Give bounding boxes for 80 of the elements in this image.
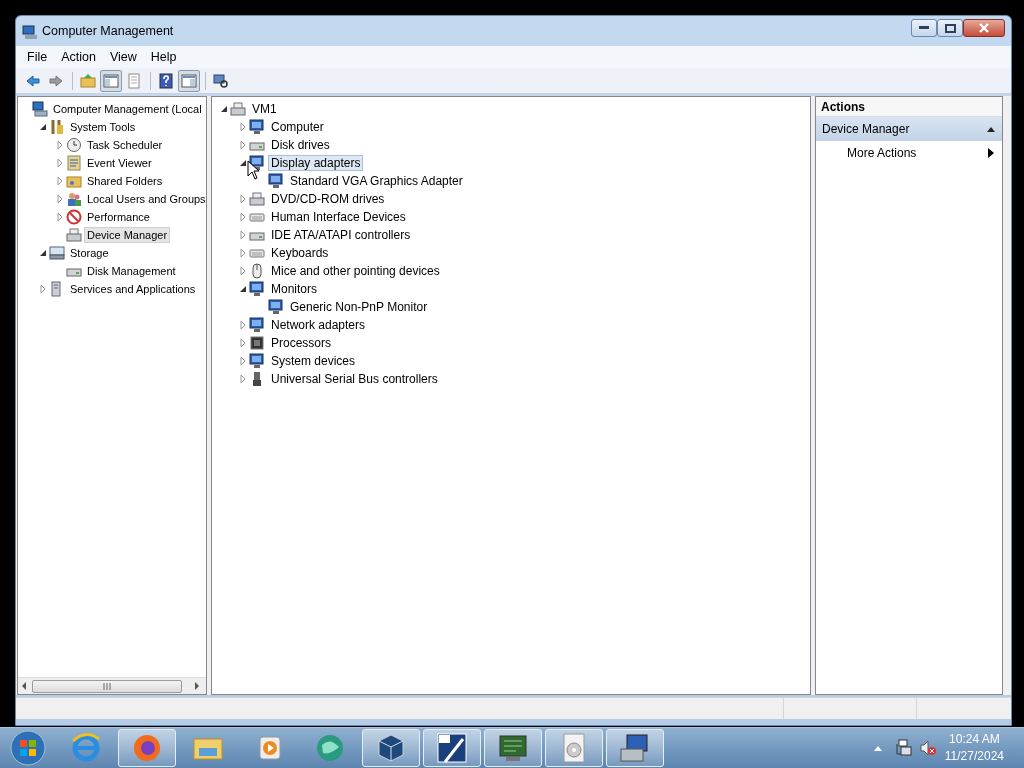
menu-item[interactable]: View — [102, 47, 144, 67]
minimize-button[interactable] — [911, 19, 937, 37]
scrollbar-thumb[interactable] — [32, 679, 182, 693]
tree-item[interactable]: Disk drives — [268, 137, 333, 153]
shared-folder-icon — [66, 173, 82, 189]
monitor-scan-icon — [213, 72, 229, 89]
tree-item[interactable]: Standard VGA Graphics Adapter — [287, 173, 466, 189]
device-icon — [249, 191, 265, 207]
taskbar-button[interactable] — [423, 729, 481, 767]
tree-item[interactable]: Storage — [67, 245, 112, 261]
taskbar-button[interactable] — [118, 729, 176, 767]
window-title: Computer Management — [42, 22, 174, 40]
monitor-icon — [249, 353, 265, 369]
pane-heading: Actions — [816, 97, 1002, 117]
taskbar-button[interactable] — [484, 729, 542, 767]
device-icon — [66, 227, 82, 243]
clock-icon — [66, 137, 82, 153]
muted-speaker-icon[interactable] — [918, 739, 937, 757]
monitor-icon — [268, 299, 284, 315]
monitor-icon — [268, 173, 284, 189]
tree-item[interactable]: Local Users and Groups — [84, 191, 206, 207]
mouse-icon — [249, 263, 265, 279]
close-button[interactable] — [963, 19, 1005, 37]
tree-item[interactable]: Display adapters — [268, 155, 364, 171]
tree-item[interactable]: Mice and other pointing devices — [268, 263, 443, 279]
tree-item[interactable]: Keyboards — [268, 245, 332, 261]
tree-item[interactable]: Processors — [268, 335, 335, 351]
tree-item[interactable]: Computer Management (Local — [50, 101, 205, 117]
tree-item[interactable]: Disk Management — [84, 263, 179, 279]
action-link[interactable]: More Actions — [847, 144, 917, 162]
collapse-caret-icon[interactable] — [986, 125, 996, 133]
menu-item[interactable]: Help — [143, 47, 184, 67]
tree-item[interactable]: Monitors — [268, 281, 320, 297]
monitor-icon — [249, 119, 265, 135]
tree-item[interactable]: System devices — [268, 353, 359, 369]
list-icon — [126, 72, 142, 89]
windows-logo-icon — [9, 729, 47, 767]
tree-item[interactable]: Network adapters — [268, 317, 369, 333]
storage-icon — [49, 245, 65, 261]
tree-item[interactable]: VM1 — [249, 101, 280, 117]
pane-toggle-icon — [181, 72, 197, 89]
menu-item[interactable]: Action — [54, 47, 103, 67]
tree-item[interactable]: Services and Applications — [67, 281, 199, 297]
show-hidden-icons-icon[interactable] — [872, 744, 883, 752]
event-log-icon — [66, 155, 82, 171]
taskbar-button[interactable] — [606, 729, 664, 767]
tree-item[interactable]: Shared Folders — [84, 173, 166, 189]
tools-icon — [49, 119, 65, 135]
tree-item[interactable]: Human Interface Devices — [268, 209, 409, 225]
tree-item[interactable]: IDE ATA/ATAPI controllers — [268, 227, 414, 243]
processor-icon — [249, 335, 265, 351]
mouse-pointer-icon — [247, 160, 260, 180]
tree-item[interactable]: Event Viewer — [84, 155, 155, 171]
network-icon[interactable] — [894, 739, 913, 757]
tree-item[interactable]: Generic Non-PnP Monitor — [287, 299, 431, 315]
tree-item[interactable]: Performance — [84, 209, 153, 225]
minimize-icon — [919, 26, 929, 30]
monitor-icon — [249, 281, 265, 297]
maximize-button[interactable] — [937, 19, 963, 37]
computer-icon — [32, 101, 48, 117]
pane-toggle-icon — [103, 72, 119, 89]
no-sign-icon — [66, 209, 82, 225]
menu-item[interactable]: File — [20, 47, 55, 67]
back-arrow-icon — [25, 72, 41, 89]
tree-item[interactable]: Universal Serial Bus controllers — [268, 371, 441, 387]
tree-item[interactable]: Task Scheduler — [84, 137, 166, 153]
close-icon — [978, 23, 990, 33]
taskbar-button[interactable] — [362, 729, 420, 767]
tree-item[interactable]: Computer — [268, 119, 327, 135]
help-icon — [158, 72, 174, 89]
users-icon — [66, 191, 82, 207]
device-icon — [230, 101, 246, 117]
forward-arrow-icon — [48, 72, 64, 89]
tree-item[interactable]: DVD/CD-ROM drives — [268, 191, 388, 207]
computer-management-icon — [22, 23, 38, 40]
folder-up-icon — [80, 72, 96, 89]
tree-item[interactable]: Device Manager — [84, 227, 171, 243]
tree-item[interactable]: System Tools — [67, 119, 139, 135]
maximize-icon — [944, 23, 956, 33]
monitor-icon — [249, 317, 265, 333]
